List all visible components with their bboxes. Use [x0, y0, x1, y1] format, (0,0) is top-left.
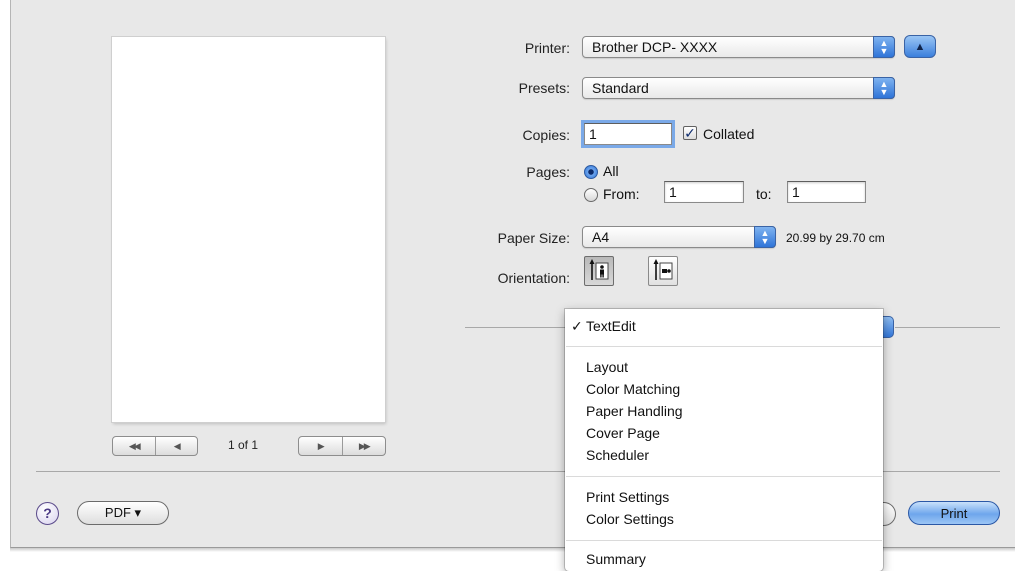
- menu-item-color-settings[interactable]: Color Settings: [565, 509, 883, 529]
- pages-all-label: All: [603, 163, 619, 179]
- paper-size-label: Paper Size:: [497, 230, 570, 246]
- printer-label: Printer:: [524, 40, 570, 56]
- section-separator-right: [895, 327, 1000, 328]
- page-preview: [112, 37, 385, 422]
- checkmark-icon: ✓: [571, 318, 583, 334]
- menu-item-cover-page[interactable]: Cover Page: [565, 423, 883, 443]
- presets-label: Presets:: [518, 80, 570, 96]
- menu-item-color-matching[interactable]: Color Matching: [565, 379, 883, 399]
- paper-dimensions: 20.99 by 29.70 cm: [786, 231, 885, 245]
- pages-from-radio[interactable]: [584, 188, 598, 202]
- triangle-up-icon[interactable]: ▲: [904, 35, 936, 58]
- copies-field[interactable]: 1: [584, 123, 672, 145]
- paper-size-popup[interactable]: A4 ▲ ▼: [582, 226, 776, 248]
- section-separator-left: [465, 327, 565, 328]
- menu-item-scheduler[interactable]: Scheduler: [565, 445, 883, 465]
- copies-label: Copies:: [522, 127, 570, 143]
- landscape-button[interactable]: [648, 256, 678, 286]
- menu-item-paper-handling[interactable]: Paper Handling: [565, 401, 883, 421]
- pages-from-field[interactable]: 1: [664, 181, 744, 203]
- menu-separator: [566, 346, 882, 347]
- paper-size-value: A4: [592, 229, 610, 245]
- menu-separator: [566, 540, 882, 541]
- nav-back-buttons: ◀◀ ◀: [112, 436, 198, 456]
- nav-forward-buttons: ▶ ▶▶: [298, 436, 386, 456]
- page-count: 1 of 1: [228, 438, 259, 452]
- help-icon[interactable]: ?: [36, 502, 59, 525]
- up-down-arrows-icon: ▲ ▼: [873, 36, 895, 58]
- printer-popup[interactable]: Brother DCP- XXXX ▲ ▼: [582, 36, 895, 58]
- up-down-arrows-icon: ▲ ▼: [873, 77, 895, 99]
- menu-separator: [566, 476, 882, 477]
- pages-from-label: From:: [603, 186, 640, 202]
- print-button[interactable]: Print: [908, 501, 1000, 525]
- menu-item-print-settings[interactable]: Print Settings: [565, 487, 883, 507]
- portrait-icon: [589, 259, 609, 280]
- section-popup[interactable]: [882, 316, 894, 338]
- first-page-icon[interactable]: ◀◀: [113, 437, 155, 455]
- pages-label: Pages:: [526, 164, 570, 180]
- portrait-button[interactable]: [584, 256, 614, 286]
- collated-checkbox[interactable]: ✓: [683, 126, 697, 140]
- presets-popup[interactable]: Standard ▲ ▼: [582, 77, 895, 99]
- pages-to-field[interactable]: 1: [787, 181, 866, 203]
- next-page-icon[interactable]: ▶: [299, 437, 342, 455]
- section-menu: ✓ TextEdit Layout Color Matching Paper H…: [565, 309, 883, 571]
- pages-to-label: to:: [756, 186, 772, 202]
- menu-item-summary[interactable]: Summary: [565, 549, 883, 569]
- landscape-icon: [653, 259, 673, 280]
- printer-value: Brother DCP- XXXX: [592, 39, 718, 55]
- pdf-button[interactable]: PDF ▾: [77, 501, 169, 525]
- menu-item-textedit[interactable]: ✓ TextEdit: [565, 316, 883, 336]
- orientation-label: Orientation:: [497, 270, 570, 286]
- presets-value: Standard: [592, 80, 649, 96]
- last-page-icon[interactable]: ▶▶: [341, 437, 386, 455]
- collated-label: Collated: [703, 126, 755, 142]
- up-down-arrows-icon: ▲ ▼: [754, 226, 776, 248]
- pages-all-radio[interactable]: [584, 165, 598, 179]
- previous-page-icon[interactable]: ◀: [154, 437, 198, 455]
- menu-item-layout[interactable]: Layout: [565, 357, 883, 377]
